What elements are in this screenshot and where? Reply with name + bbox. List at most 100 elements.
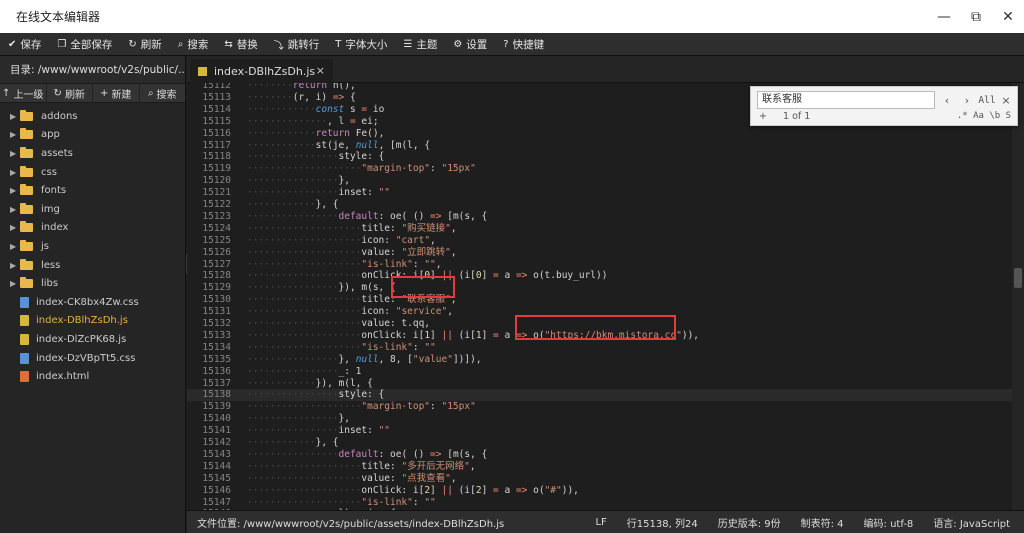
status-position[interactable]: 行15138, 列24 bbox=[627, 515, 698, 530]
status-encoding[interactable]: 编码: utf-8 bbox=[864, 515, 914, 530]
chevron-right-icon: ▶ bbox=[10, 223, 17, 233]
find-all-button[interactable]: All bbox=[975, 91, 999, 109]
sidebar-action-1[interactable]: ↻ 刷新 bbox=[47, 83, 93, 103]
code-line[interactable]: 15139 ····················"margin-top": "… bbox=[187, 401, 1012, 413]
toolbar-button-5[interactable]: ⤵ 跳转行 bbox=[266, 33, 328, 56]
code-line[interactable]: 15116 ············return Fe(), bbox=[187, 128, 1012, 140]
line-number: 15131 bbox=[202, 306, 231, 318]
line-number: 15121 bbox=[202, 187, 231, 199]
folder-item[interactable]: ▶ assets bbox=[0, 144, 185, 163]
file-item[interactable]: index-DzVBpTt5.css bbox=[0, 349, 185, 368]
toolbar-button-9[interactable]: ? 快捷键 bbox=[495, 33, 552, 56]
code-editor[interactable]: 15112 ········return n(), 15113 ········(r,… bbox=[187, 83, 1024, 510]
folder-item[interactable]: ▶ libs bbox=[0, 274, 185, 293]
toolbar-button-0[interactable]: ✔ 保存 bbox=[0, 33, 49, 56]
sidebar-action-3[interactable]: ⌕ 搜索 bbox=[140, 83, 186, 103]
code-line[interactable]: 15142 ············}, { bbox=[187, 437, 1012, 449]
code-line[interactable]: 15136 ················_: 1 bbox=[187, 366, 1012, 378]
toolbar-button-4[interactable]: ⇆ 替换 bbox=[216, 33, 265, 56]
code-line[interactable]: 15138 ················style: { bbox=[187, 389, 1012, 402]
code-line[interactable]: 15127 ····················"is-link": "", bbox=[187, 259, 1012, 271]
toolbar: ✔ 保存 ❐ 全部保存 ↻ 刷新 ⌕ 搜索 ⇆ 替换 ⤵ 跳转行 T 字体大小 ☰ 主题 ⚙ 设置? 快捷键 bbox=[0, 33, 1024, 56]
file-item[interactable]: index-DlZcPK68.js bbox=[0, 330, 185, 349]
toolbar-button-8[interactable]: ⚙ 设置 bbox=[445, 33, 495, 56]
vertical-scrollbar[interactable] bbox=[1012, 83, 1024, 510]
code-line[interactable]: 15119 ····················"margin-top": "… bbox=[187, 163, 1012, 175]
code-line[interactable]: 15118 ················style: { bbox=[187, 151, 1012, 163]
folder-icon bbox=[20, 221, 33, 233]
code-line[interactable]: 15128 ····················onClick: i[0] |… bbox=[187, 270, 1012, 282]
toolbar-button-3[interactable]: ⌕ 搜索 bbox=[170, 33, 217, 56]
code-line[interactable]: 15123 ················default: oe( () => … bbox=[187, 211, 1012, 223]
file-item[interactable]: index.html bbox=[0, 367, 185, 386]
find-input[interactable]: 联系客服 bbox=[757, 91, 935, 109]
tab-close-icon[interactable]: × bbox=[316, 64, 325, 77]
code-text: ················}, bbox=[247, 175, 350, 187]
folder-item[interactable]: ▶ js bbox=[0, 237, 185, 256]
code-line[interactable]: 15120 ················}, bbox=[187, 175, 1012, 187]
find-prev-button[interactable]: ‹ bbox=[937, 91, 957, 109]
find-options[interactable]: .* Aa \b S bbox=[957, 111, 1011, 121]
code-line[interactable]: 15130 ····················title: "联系客服", bbox=[187, 294, 1012, 306]
code-text: ················}), m(s, { bbox=[247, 282, 396, 294]
code-line[interactable]: 15135 ················}, null, 8, ["value… bbox=[187, 354, 1012, 366]
minimize-icon[interactable]: — bbox=[928, 0, 960, 33]
code-line[interactable]: 15145 ····················value: "点我查看", bbox=[187, 473, 1012, 485]
code-line[interactable]: 15141 ················inset: "" bbox=[187, 425, 1012, 437]
folder-item[interactable]: ▶ app bbox=[0, 126, 185, 145]
toolbar-button-7[interactable]: ☰ 主题 bbox=[395, 33, 445, 56]
code-line[interactable]: 15140 ················}, bbox=[187, 413, 1012, 425]
toolbar-button-label: 刷新 bbox=[140, 38, 162, 51]
line-number: 15139 bbox=[202, 401, 231, 413]
folder-icon bbox=[20, 258, 33, 270]
code-text: ····················onClick: i[2] || (i[… bbox=[247, 484, 579, 496]
line-number: 15120 bbox=[202, 175, 231, 187]
file-item[interactable]: index-CK8bx4Zw.css bbox=[0, 293, 185, 312]
folder-item[interactable]: ▶ addons bbox=[0, 107, 185, 126]
sidebar-action-0[interactable]: ↑ 上一级 bbox=[0, 83, 47, 103]
sidebar-action-2[interactable]: + 新建 bbox=[93, 83, 140, 103]
file-item[interactable]: index-DBlhZsDh.js bbox=[0, 312, 185, 331]
folder-item[interactable]: ▶ css bbox=[0, 163, 185, 182]
code-line[interactable]: 15126 ····················value: "立即跳转", bbox=[187, 247, 1012, 259]
line-number: 15116 bbox=[202, 127, 231, 139]
code-line[interactable]: 15134 ····················"is-link": "" bbox=[187, 342, 1012, 354]
code-text: ················}, bbox=[247, 413, 350, 425]
code-text: ············}, { bbox=[247, 199, 339, 210]
code-line[interactable]: 15125 ····················icon: "cart", bbox=[187, 235, 1012, 247]
scrollbar-thumb[interactable] bbox=[1014, 268, 1022, 288]
folder-item[interactable]: ▶ less bbox=[0, 256, 185, 275]
code-line[interactable]: 15121 ················inset: "" bbox=[187, 187, 1012, 199]
code-line[interactable]: 15144 ····················title: "多开后无网络"… bbox=[187, 461, 1012, 473]
line-number: 15129 bbox=[202, 282, 231, 294]
folder-item[interactable]: ▶ index bbox=[0, 219, 185, 238]
folder-item[interactable]: ▶ fonts bbox=[0, 181, 185, 200]
code-line[interactable]: 15117 ············st(je, null, [m(l, { bbox=[187, 140, 1012, 152]
toolbar-button-2[interactable]: ↻ 刷新 bbox=[120, 33, 169, 56]
code-line[interactable]: 15143 ················default: oe( () => … bbox=[187, 449, 1012, 461]
find-replace-toggle[interactable]: + bbox=[759, 111, 767, 122]
code-line[interactable]: 15146 ····················onClick: i[2] |… bbox=[187, 485, 1012, 497]
code-line[interactable]: 15122 ············}, { bbox=[187, 199, 1012, 211]
maximize-icon[interactable]: ⧉ bbox=[960, 0, 992, 33]
toolbar-button-1[interactable]: ❐ 全部保存 bbox=[49, 33, 120, 56]
status-eol[interactable]: LF bbox=[595, 517, 606, 528]
line-number: 15134 bbox=[202, 341, 231, 353]
window-controls: — ⧉ ✕ bbox=[928, 0, 1024, 33]
code-line[interactable]: 15137 ············}), m(l, { bbox=[187, 378, 1012, 390]
code-line[interactable]: 15147 ····················"is-link": "" bbox=[187, 497, 1012, 509]
status-language[interactable]: 语言: JavaScript bbox=[933, 515, 1010, 530]
sidebar-action-label: 上一级 bbox=[13, 89, 44, 101]
find-next-button[interactable]: › bbox=[957, 91, 977, 109]
code-line[interactable]: 15129 ················}), m(s, { bbox=[187, 282, 1012, 294]
close-icon[interactable]: ✕ bbox=[992, 0, 1024, 33]
tab-index-js[interactable]: index-DBlhZsDh.js × bbox=[190, 59, 333, 83]
line-number: 15113 bbox=[202, 91, 231, 103]
code-line[interactable]: 15124 ····················title: "购买链接", bbox=[187, 223, 1012, 235]
status-tabsize[interactable]: 制表符: 4 bbox=[801, 515, 844, 530]
line-number: 15144 bbox=[202, 460, 231, 472]
find-close-button[interactable]: × bbox=[999, 91, 1013, 109]
folder-item[interactable]: ▶ img bbox=[0, 200, 185, 219]
status-history[interactable]: 历史版本: 9份 bbox=[718, 515, 781, 530]
toolbar-button-6[interactable]: T 字体大小 bbox=[327, 33, 395, 56]
